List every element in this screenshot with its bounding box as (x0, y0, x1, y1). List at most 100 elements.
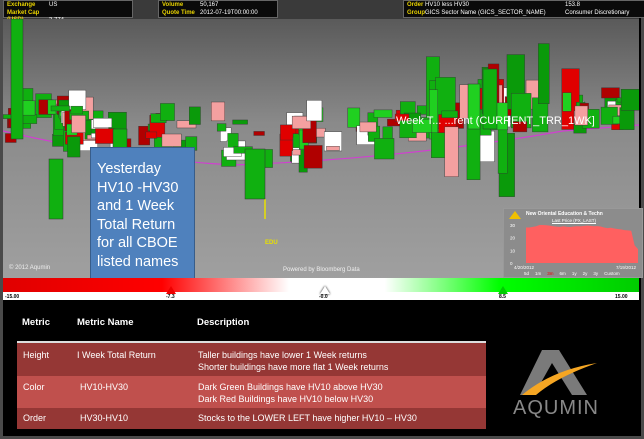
exchange-value: US (49, 2, 58, 8)
building[interactable] (70, 105, 83, 115)
mini-y-tick: 10 (510, 248, 516, 253)
info-panel-exchange: ExchangeUS Market Cap (USD)3,774 (3, 0, 133, 23)
building[interactable] (10, 19, 24, 140)
order-label: Order (407, 2, 424, 8)
building[interactable] (373, 109, 393, 118)
scale-tick: -7.3 (166, 294, 175, 300)
powered-by: Powered by Bloomberg Data (283, 267, 360, 273)
marker-high[interactable] (498, 286, 508, 294)
warning-icon (509, 211, 521, 219)
range-custom[interactable]: Custom (604, 271, 620, 276)
table-row: Color HV10-HV30 Dark Green Buildings hav… (17, 376, 486, 408)
marker-low[interactable] (166, 286, 176, 294)
order-number: 153.8 (565, 2, 581, 8)
scale-tick: 8.5 (499, 294, 506, 300)
range-1m[interactable]: 1m (535, 271, 541, 276)
header-metric: Metric (22, 317, 50, 328)
header-metric-name: Metric Name (77, 317, 134, 328)
building[interactable] (619, 107, 635, 130)
info-panel-order: Order HV10 less HV30 153.8 GroupGICS Secto… (403, 0, 644, 18)
scale-tick: 15.00 (615, 294, 628, 300)
info-panel-volume: Volume 50,167 Quote Time 2012-07-19T00:00:… (158, 0, 278, 18)
metric: Height (23, 350, 50, 360)
price-area (526, 225, 638, 263)
building[interactable] (253, 131, 265, 136)
building[interactable] (145, 131, 158, 139)
scale-tick: -15.00 (5, 294, 20, 300)
building[interactable] (189, 106, 201, 125)
group-label: Group (407, 9, 425, 16)
quote-time-value: 2012-07-19T00:00:00 (200, 9, 258, 16)
building[interactable] (306, 100, 323, 122)
building[interactable] (374, 138, 395, 160)
building[interactable] (444, 126, 459, 177)
order-value: HV10 less HV30 (425, 2, 470, 8)
range-selector: 5d 1m 3m 6m 1y 2y 3y Custom (524, 271, 620, 276)
end-date: 7/19/2012 (616, 265, 637, 270)
range-5d[interactable]: 5d (524, 271, 529, 276)
table-row: Order HV30-HV10 Stocks to the LOWER LEFT… (17, 408, 486, 429)
metric-name: HV10-HV30 (80, 382, 129, 392)
color-scale[interactable]: -15.00 -7.3 -0.0 8.5 15.00 (3, 278, 639, 300)
range-6m[interactable]: 6m (560, 271, 566, 276)
building[interactable] (50, 105, 70, 112)
exchange-label: Exchange (7, 2, 36, 8)
building[interactable] (601, 87, 620, 99)
building[interactable] (244, 148, 266, 200)
mini-chart-title: New Oriental Education & Techn (526, 211, 603, 217)
building[interactable] (303, 145, 323, 169)
building[interactable] (67, 136, 81, 158)
building[interactable] (93, 118, 113, 128)
table-row: Height I Week Total Return Taller buildi… (17, 343, 486, 376)
building[interactable] (620, 89, 639, 111)
building[interactable] (347, 107, 361, 128)
building[interactable] (466, 122, 481, 181)
description: Taller buildings have lower 1 Week retur… (198, 350, 367, 360)
range-3m[interactable]: 3m (547, 271, 553, 276)
volume-label: Volume (162, 2, 184, 8)
metric: Order (23, 413, 47, 423)
building[interactable] (431, 132, 446, 158)
quote-time-label: Quote Time (162, 9, 195, 16)
description: Dark Green Buildings have HV10 above HV3… (198, 382, 383, 392)
info-bar: ExchangeUS Market Cap (USD)3,774 Volume5… (3, 0, 644, 23)
building[interactable] (71, 115, 86, 133)
ticker-label[interactable]: EDU (265, 240, 278, 246)
range-3y[interactable]: 3y (593, 271, 598, 276)
description: Dark Red Buildings have HV10 below HV30 (198, 394, 374, 404)
metric: Color (23, 382, 45, 392)
description: Shorter buildings have more flat 1 Week … (198, 362, 389, 372)
building[interactable] (160, 103, 175, 121)
start-date: 4/20/2012 (514, 265, 535, 270)
group-sector: Consumer Discretionary (565, 9, 630, 16)
copyright: © 2012 Aqumin (9, 265, 51, 271)
header-description: Description (197, 317, 250, 328)
building[interactable] (562, 92, 572, 112)
axis-label: Week T... ...rent (CURRENT_TRR_1WK] (396, 115, 595, 127)
building[interactable] (95, 128, 115, 144)
building[interactable] (216, 123, 227, 132)
scale-tick: -0.0 (319, 294, 328, 300)
building[interactable] (326, 146, 340, 151)
aqumin-logo-icon (520, 350, 597, 395)
group-value: GICS Sector Name (GICS_SECTOR_NAME) (425, 9, 546, 16)
price-mini-chart[interactable]: New Oriental Education & Techn Last Pric… (503, 208, 643, 278)
mini-y-tick: 0 (510, 261, 513, 266)
metric-name: HV30-HV10 (80, 413, 129, 423)
building[interactable] (161, 133, 182, 147)
range-2y[interactable]: 2y (583, 271, 588, 276)
building[interactable] (48, 158, 64, 220)
logo-text: AQUMIN (513, 397, 599, 419)
building[interactable] (211, 101, 225, 122)
mini-y-tick: 20 (510, 236, 516, 241)
building[interactable] (52, 133, 65, 147)
volume-value: 50,167 (200, 2, 219, 8)
building[interactable] (292, 149, 301, 156)
range-1y[interactable]: 1y (572, 271, 577, 276)
description: Stocks to the LOWER LEFT have higher HV1… (198, 413, 417, 423)
building[interactable] (359, 121, 377, 133)
building[interactable] (232, 119, 248, 125)
building[interactable] (538, 43, 550, 104)
callout-box: Yesterday HV10 -HV30 and 1 Week Total Re… (90, 147, 195, 282)
marker-mid[interactable] (320, 286, 330, 294)
